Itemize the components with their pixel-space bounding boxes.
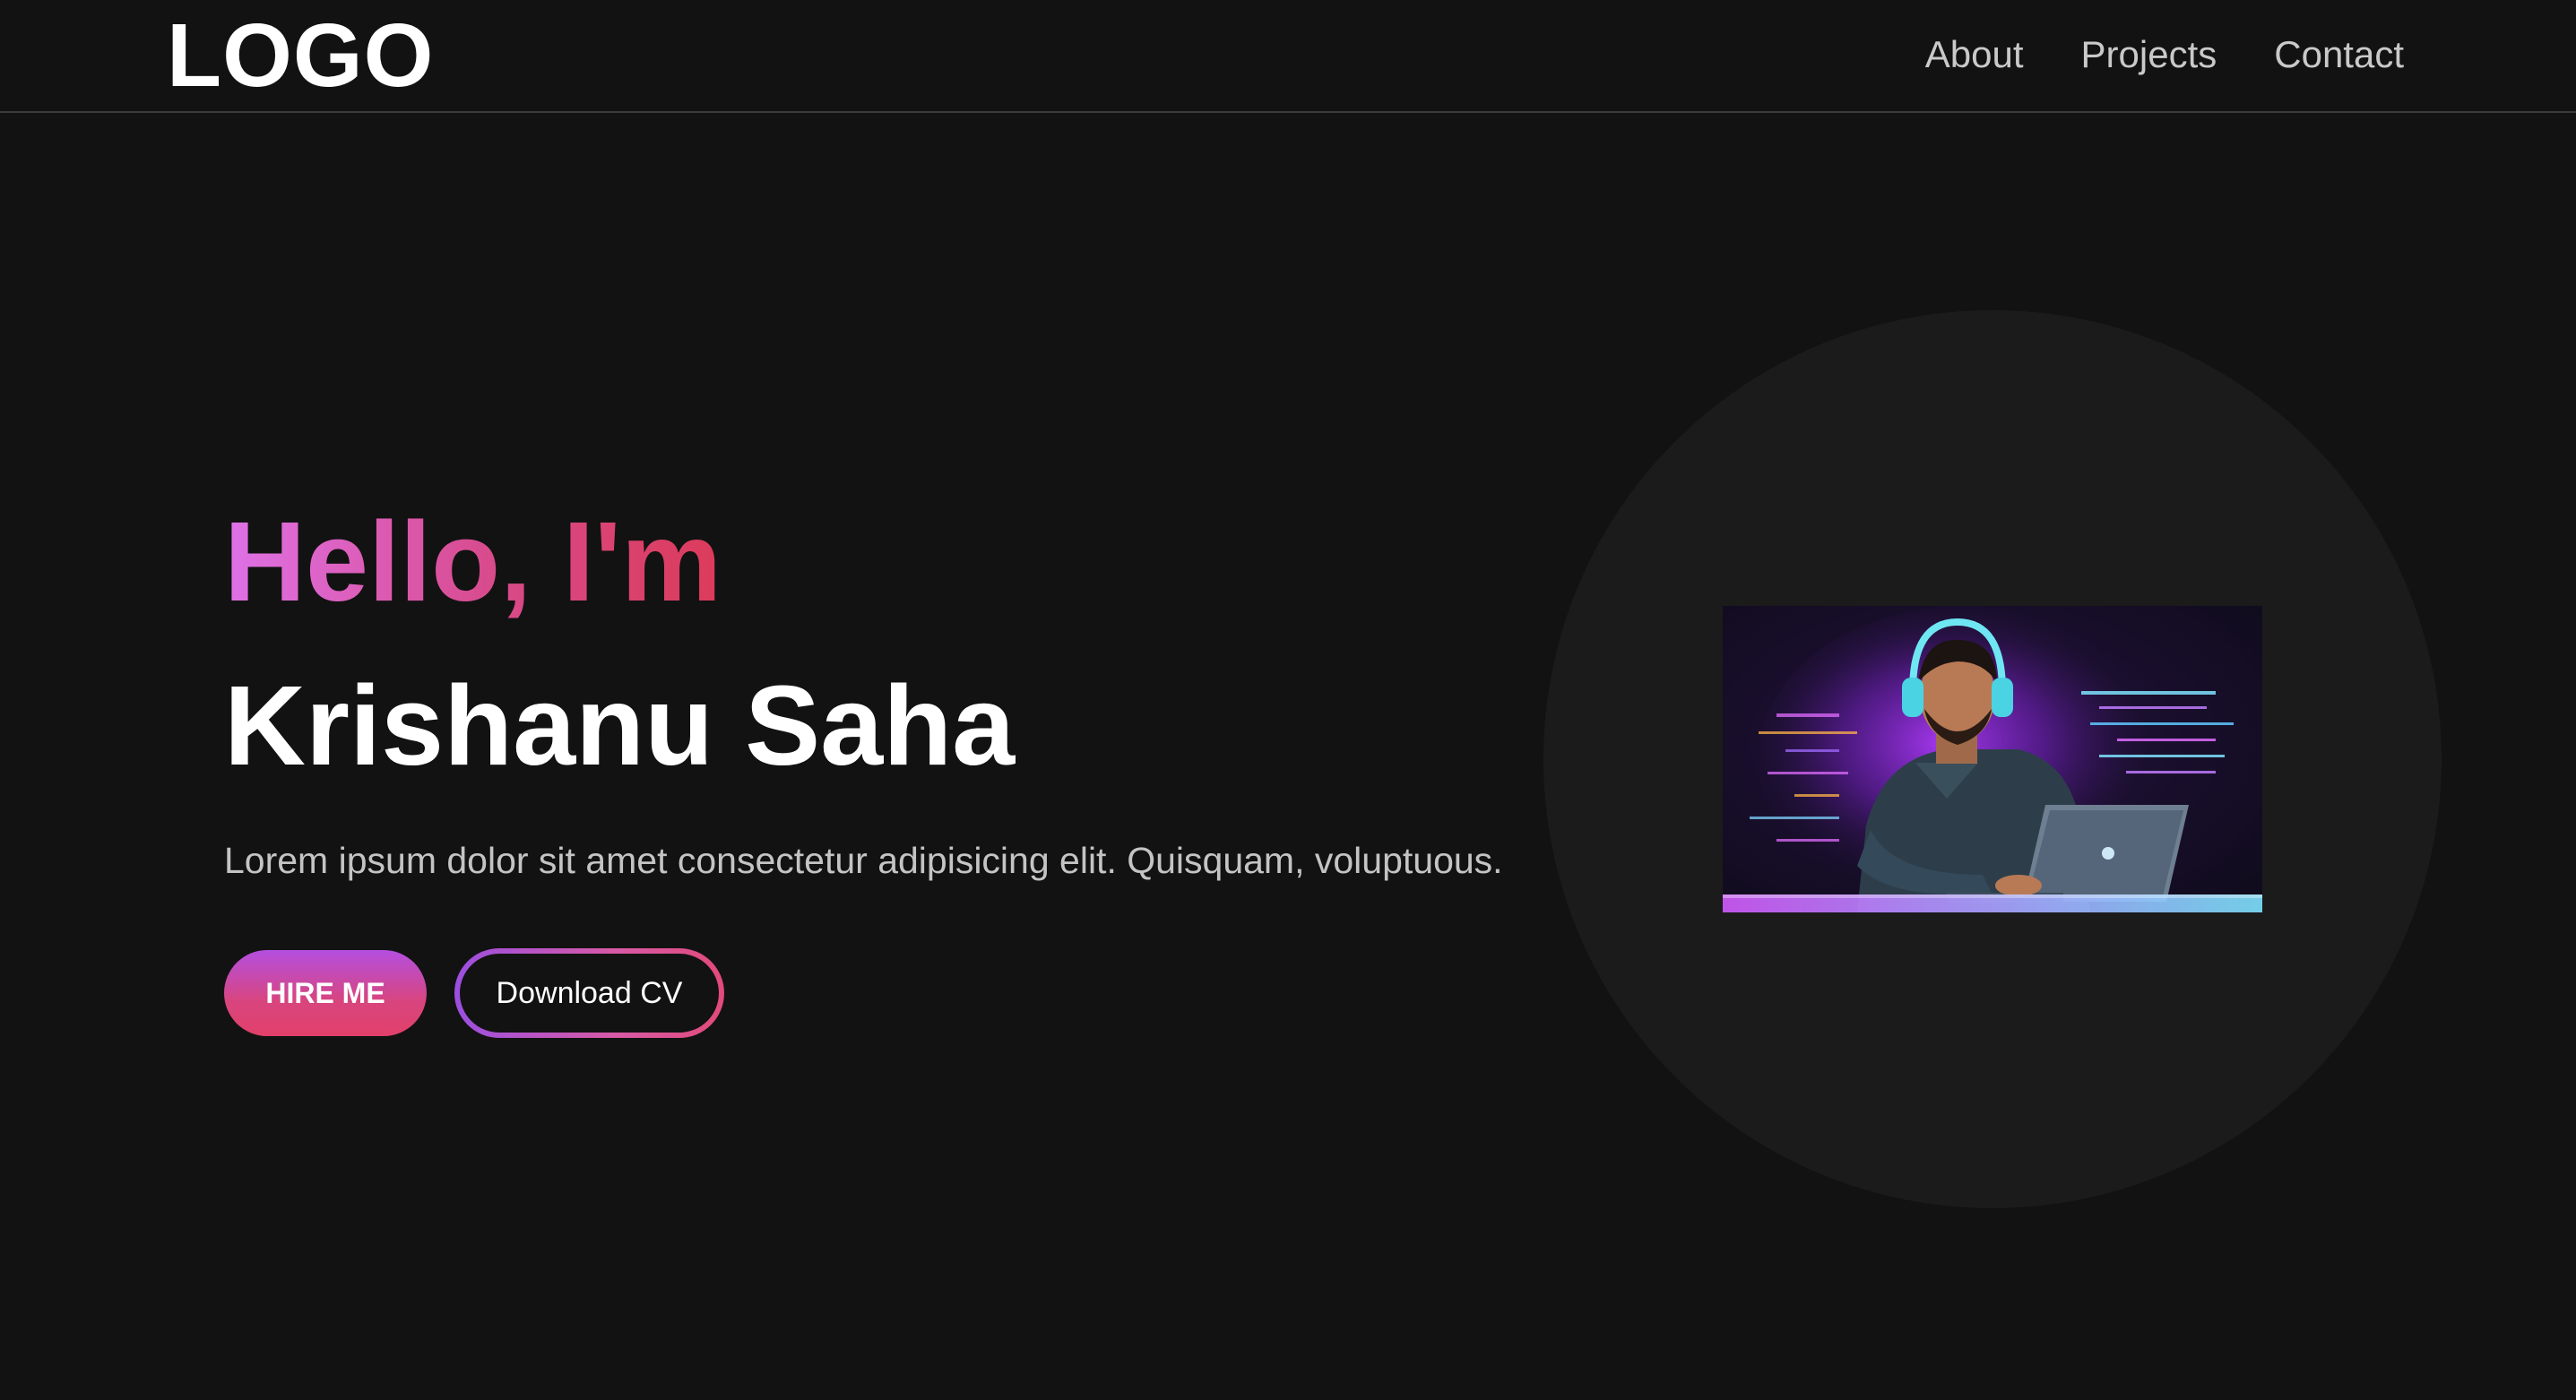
hire-me-button[interactable]: HIRE ME xyxy=(224,950,427,1036)
download-cv-button-border[interactable]: Download CV xyxy=(454,948,724,1038)
nav-link-contact[interactable]: Contact xyxy=(2274,27,2404,82)
site-logo[interactable]: LOGO xyxy=(167,5,434,106)
nav-link-projects[interactable]: Projects xyxy=(2081,27,2217,82)
hero-intro: Lorem ipsum dolor sit amet consectetur a… xyxy=(224,840,1503,881)
nav-links: About Projects Contact xyxy=(1925,27,2404,82)
navbar: LOGO About Projects Contact xyxy=(0,0,2576,113)
hero-name: Krishanu Saha xyxy=(224,662,1016,789)
hero-greeting: Hello, I'm xyxy=(224,495,722,629)
developer-illustration-icon xyxy=(1723,606,2262,912)
download-cv-button[interactable]: Download CV xyxy=(460,954,719,1033)
nav-link-about[interactable]: About xyxy=(1925,27,2024,82)
